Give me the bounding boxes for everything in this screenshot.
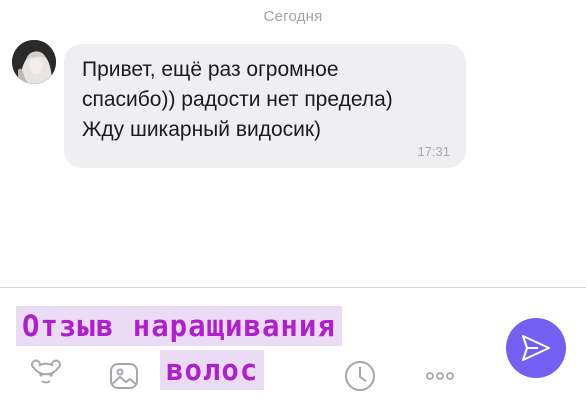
message-timestamp: 17:31 [417,144,450,159]
gallery-icon[interactable] [106,358,142,394]
incoming-message-bubble[interactable]: Привет, ещё раз огромное спасибо)) радос… [64,44,466,168]
date-separator: Сегодня [263,8,323,25]
avatar[interactable] [12,40,56,84]
overlay-caption-line-2: волос [160,350,265,390]
avatar-photo [12,40,56,84]
clock-icon[interactable] [342,358,378,394]
composer-divider [0,287,586,288]
send-button[interactable] [506,318,566,378]
sticker-icon[interactable] [28,358,64,394]
message-text: Привет, ещё раз огромное спасибо)) радос… [82,58,393,141]
send-icon [522,335,550,361]
more-icon[interactable] [424,364,456,388]
overlay-caption-line-1: Отзыв наращивания [16,306,342,346]
